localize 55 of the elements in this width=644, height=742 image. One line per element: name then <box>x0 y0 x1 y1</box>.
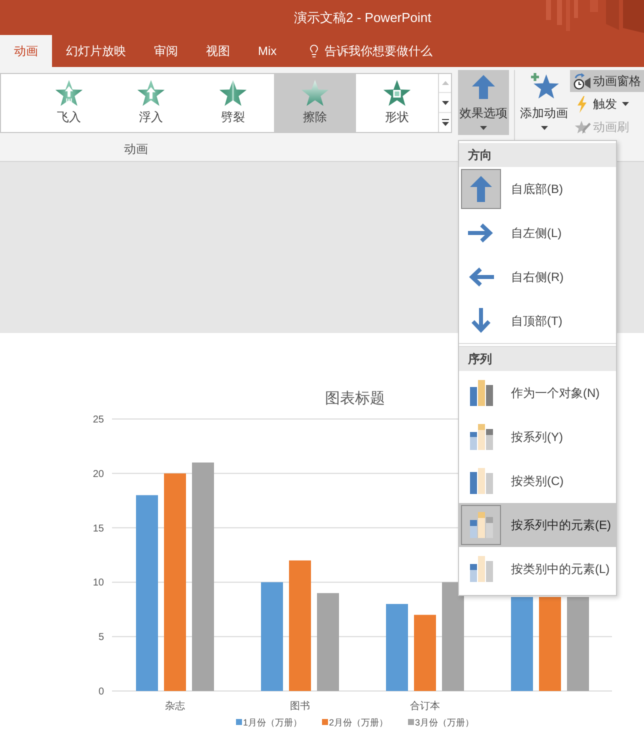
star-brush-icon <box>574 119 590 135</box>
chart-title: 图表标题 <box>325 390 385 407</box>
ribbon-tab[interactable]: 幻灯片放映 <box>52 35 140 67</box>
category-label: 合订本 <box>410 701 440 712</box>
ribbon-tab[interactable]: 审阅 <box>140 35 192 67</box>
menu-section-heading: 序列 <box>459 347 616 371</box>
add-animation-button[interactable]: 添加动画 <box>518 70 570 135</box>
menu-item[interactable]: 按系列(Y) <box>459 415 616 459</box>
caret-icon <box>480 126 487 130</box>
y-axis-label: 25 <box>92 414 104 426</box>
lightning-icon <box>577 96 587 112</box>
menu-item[interactable]: 按系列中的元素(E) <box>459 503 616 547</box>
menu-item[interactable]: 自底部(B) <box>459 167 616 211</box>
ribbon-small-button[interactable]: 触发 <box>570 93 644 115</box>
menu-item[interactable]: 自顶部(T) <box>459 299 616 343</box>
menu-item[interactable]: 按类别中的元素(L) <box>459 547 616 591</box>
animation-gallery-item[interactable]: 劈裂 <box>192 74 274 132</box>
y-axis-label: 5 <box>98 632 104 644</box>
window-title: 演示文稿2 - PowerPoint <box>294 8 432 27</box>
y-axis-label: 15 <box>92 523 104 534</box>
caret-up-icon <box>442 81 448 85</box>
menu-section-heading: 方向 <box>459 143 616 167</box>
animation-gallery-item[interactable]: 浮入 <box>110 74 192 132</box>
menu-item[interactable]: 自右侧(R) <box>459 255 616 299</box>
ribbon-small-button[interactable]: 动画窗格 <box>570 70 644 92</box>
caret-down-icon <box>442 100 448 104</box>
ribbon-tab[interactable]: 视图 <box>192 35 244 67</box>
category-label: 杂志 <box>165 701 185 712</box>
legend-label: 2月份（万册） <box>329 718 388 728</box>
clock-speaker-icon <box>573 72 591 90</box>
caret-icon <box>540 126 548 130</box>
menu-item[interactable]: 作为一个对象(N) <box>459 371 616 415</box>
group-label: 动画 <box>124 142 149 156</box>
ribbon-tab[interactable]: Mix <box>244 35 291 67</box>
legend-label: 3月份（万册） <box>415 718 474 728</box>
star-arrow-icon <box>55 80 83 106</box>
effect-options-button[interactable]: 效果选项 <box>458 70 509 135</box>
animation-gallery-item[interactable]: 飞入 <box>28 74 110 132</box>
up-arrow-icon <box>472 75 495 99</box>
tell-me-field[interactable]: 告诉我你想要做什么 <box>324 42 439 60</box>
ribbon-tab[interactable]: 动画 <box>0 35 52 67</box>
more-caret-icon <box>442 119 448 126</box>
y-axis-label: 0 <box>98 686 104 698</box>
menu-item[interactable]: 自左侧(L) <box>459 211 616 255</box>
star-plus-icon <box>528 72 560 101</box>
y-axis-label: 10 <box>92 578 104 589</box>
animation-gallery-item[interactable]: 擦除 <box>274 74 356 132</box>
y-axis-label: 20 <box>92 468 104 480</box>
animation-gallery-item[interactable]: 形状 <box>356 74 438 132</box>
category-label: 图书 <box>290 701 310 712</box>
star-arrow-icon <box>137 80 165 106</box>
menu-item[interactable]: 按类别(C) <box>459 459 616 503</box>
faded-star-icon <box>301 80 329 106</box>
legend-label: 1月份（万册） <box>243 718 302 728</box>
star-icon <box>219 80 247 106</box>
